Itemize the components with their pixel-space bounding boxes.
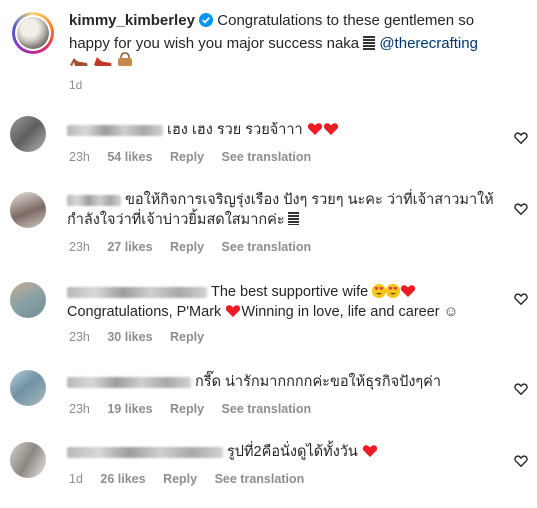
see-translation-button[interactable]: See translation <box>222 150 312 164</box>
heart-outline-icon[interactable] <box>514 202 528 216</box>
blurred-username[interactable] <box>67 194 121 206</box>
comment-meta: 23h 19 likes Reply See translation <box>69 402 325 416</box>
author-avatar[interactable] <box>12 12 54 54</box>
comment-item: รูปที่2คือนั่งดูได้ทั้งวัน 1d 26 likes R… <box>0 438 537 508</box>
caption-text: kimmy_kimberley Congratulations to these… <box>69 10 519 54</box>
heart-outline-icon[interactable] <box>514 292 528 306</box>
shoe-icon <box>93 53 113 71</box>
comment-item: The best supportive wife Congratulations… <box>0 280 537 360</box>
comment-time: 1d <box>69 472 83 486</box>
comment-body-line2: Congratulations, P'Mark <box>67 304 222 320</box>
comment-text: ขอให้กิจการเจริญรุ่งเรือง ปังๆ รวยๆ นะคะ… <box>67 190 507 230</box>
comment-text: เฮง เฮง รวย รวยจ้าาา <box>67 120 507 140</box>
mention-link[interactable]: @therecrafting <box>379 35 478 52</box>
reply-button[interactable]: Reply <box>170 240 204 254</box>
handbag-icon <box>117 52 133 71</box>
comment-body: เฮง เฮง รวย รวยจ้าาา <box>167 122 303 138</box>
like-count[interactable]: 26 likes <box>100 472 145 486</box>
commenter-avatar[interactable] <box>10 116 46 152</box>
thai-flag-icon <box>287 212 299 225</box>
commenter-avatar[interactable] <box>10 282 46 318</box>
shoes-bag-emoji <box>69 52 133 70</box>
heart-eyes-emoji-icon <box>386 284 401 300</box>
heart-outline-icon[interactable] <box>514 131 528 145</box>
post-username[interactable]: kimmy_kimberley <box>69 12 195 29</box>
see-translation-button[interactable]: See translation <box>222 240 312 254</box>
high-heel-icon <box>69 53 89 71</box>
reply-button[interactable]: Reply <box>170 150 204 164</box>
comment-time: 23h <box>69 330 90 344</box>
heart-emoji-icon <box>323 122 339 138</box>
comment-text: รูปที่2คือนั่งดูได้ทั้งวัน <box>67 442 507 462</box>
comment-item: เฮง เฮง รวย รวยจ้าาา 23h 54 likes Reply … <box>0 116 537 186</box>
commenter-avatar[interactable] <box>10 370 46 406</box>
comment-body: The best supportive wife <box>211 284 369 300</box>
heart-emoji-icon <box>225 304 241 320</box>
like-count[interactable]: 30 likes <box>107 330 152 344</box>
commenter-avatar[interactable] <box>10 192 46 228</box>
blurred-username[interactable] <box>67 124 163 136</box>
thai-flag-icon <box>363 36 376 50</box>
heart-emoji-icon <box>362 444 378 460</box>
heart-outline-icon[interactable] <box>514 382 528 396</box>
verified-badge-icon <box>199 12 214 33</box>
see-translation-button[interactable]: See translation <box>215 472 305 486</box>
comment-meta: 1d 26 likes Reply See translation <box>69 472 318 486</box>
reply-button[interactable]: Reply <box>163 472 197 486</box>
comment-meta: 23h 54 likes Reply See translation <box>69 150 325 164</box>
heart-emoji-icon <box>400 284 416 300</box>
blurred-username[interactable] <box>67 286 207 298</box>
comment-text: กรี๊ด น่ารักมากกกกค่ะขอให้ธุรกิจปังๆค่า <box>67 372 507 392</box>
comment-item: กรี๊ด น่ารักมากกกกค่ะขอให้ธุรกิจปังๆค่า … <box>0 368 537 438</box>
post-timestamp: 1d <box>69 78 83 92</box>
like-count[interactable]: 54 likes <box>107 150 152 164</box>
heart-emoji-icon <box>307 122 323 138</box>
commenter-avatar[interactable] <box>10 442 46 478</box>
comment-meta: 23h 27 likes Reply See translation <box>69 240 325 254</box>
comment-time: 23h <box>69 150 90 164</box>
comment-body-line3: Winning in love, life and career ☺ <box>241 304 459 320</box>
heart-outline-icon[interactable] <box>514 454 528 468</box>
reply-button[interactable]: Reply <box>170 402 204 416</box>
comment-item: ขอให้กิจการเจริญรุ่งเรือง ปังๆ รวยๆ นะคะ… <box>0 188 537 268</box>
comment-meta: 23h 30 likes Reply <box>69 330 218 344</box>
post-caption: kimmy_kimberley Congratulations to these… <box>0 0 537 110</box>
avatar-image <box>17 17 49 49</box>
like-count[interactable]: 19 likes <box>107 402 152 416</box>
comment-body: กรี๊ด น่ารักมากกกกค่ะขอให้ธุรกิจปังๆค่า <box>195 374 442 390</box>
comment-body: รูปที่2คือนั่งดูได้ทั้งวัน <box>227 444 358 460</box>
heart-eyes-emoji-icon <box>372 284 387 300</box>
reply-button[interactable]: Reply <box>170 330 204 344</box>
comment-time: 23h <box>69 240 90 254</box>
like-count[interactable]: 27 likes <box>107 240 152 254</box>
comment-body: ขอให้กิจการเจริญรุ่งเรือง ปังๆ รวยๆ นะคะ… <box>67 192 494 228</box>
blurred-username[interactable] <box>67 376 191 388</box>
see-translation-button[interactable]: See translation <box>222 402 312 416</box>
comment-time: 23h <box>69 402 90 416</box>
blurred-username[interactable] <box>67 446 223 458</box>
comment-text: The best supportive wife Congratulations… <box>67 282 507 322</box>
